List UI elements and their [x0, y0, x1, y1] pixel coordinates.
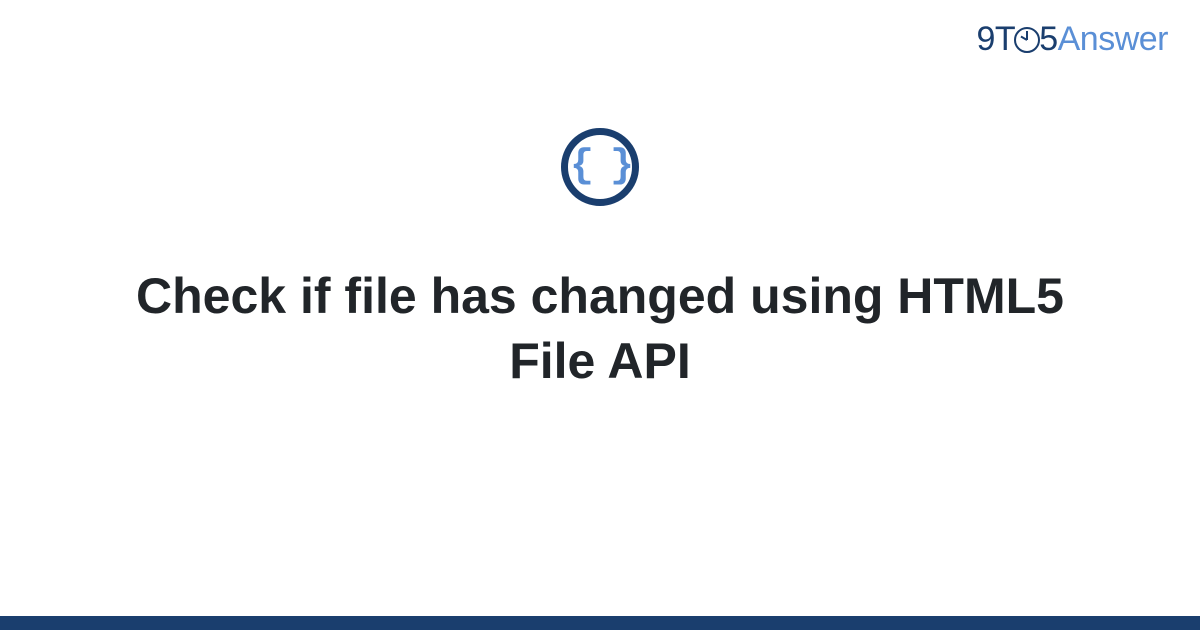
logo-part-5: 5	[1039, 20, 1057, 58]
category-icon-circle: { }	[561, 128, 639, 206]
main-content: { } Check if file has changed using HTML…	[0, 128, 1200, 394]
page-title: Check if file has changed using HTML5 Fi…	[110, 264, 1090, 394]
code-braces-icon: { }	[570, 147, 630, 187]
logo-part-9t: 9T	[977, 20, 1016, 58]
footer-accent-bar	[0, 616, 1200, 630]
clock-icon	[1014, 27, 1040, 53]
site-logo: 9T 5Answer	[977, 20, 1168, 59]
logo-part-answer: Answer	[1058, 20, 1168, 58]
